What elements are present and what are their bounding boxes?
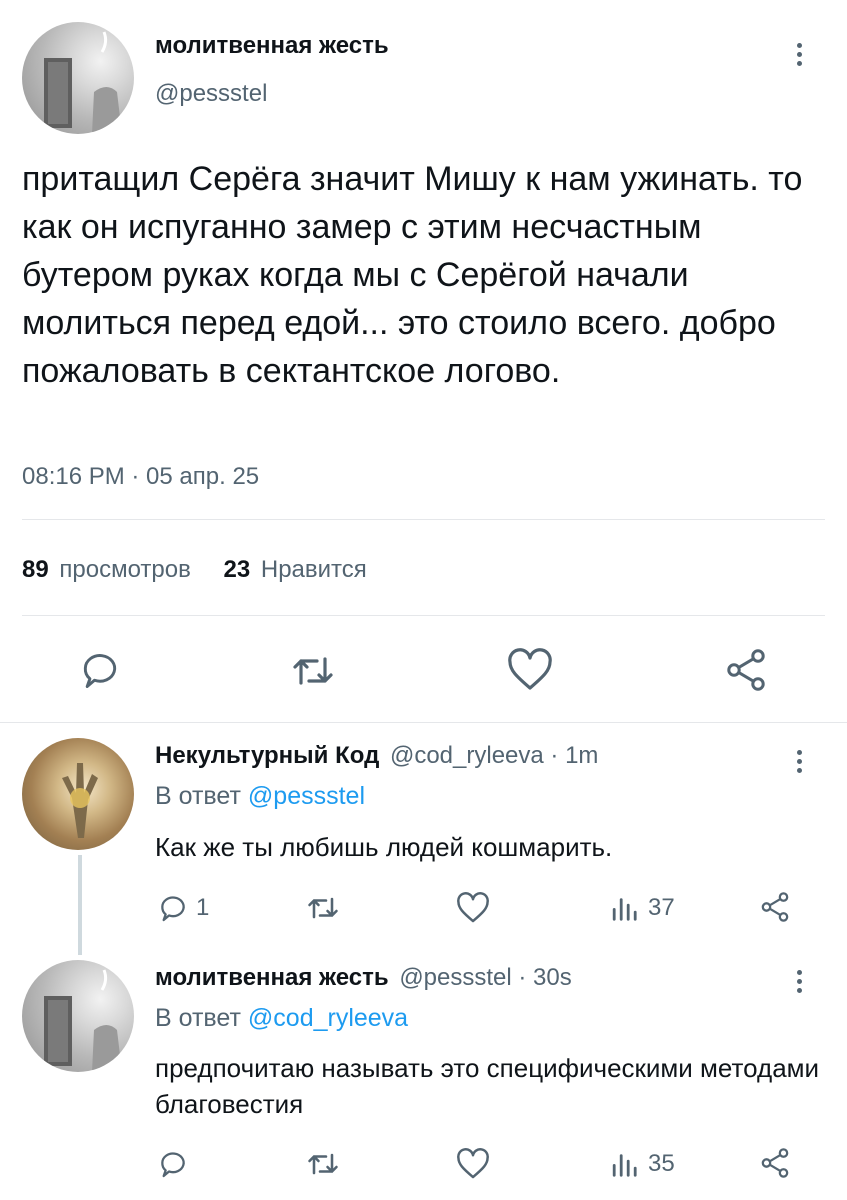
reply-icon[interactable] xyxy=(157,892,189,924)
section-divider xyxy=(0,722,847,723)
more-options-icon[interactable] xyxy=(797,970,802,997)
reply-to: В ответ @cod_ryleeva xyxy=(155,1004,408,1033)
like-icon[interactable] xyxy=(506,648,554,692)
author-meta[interactable]: @cod_ryleeva · 1m xyxy=(390,742,598,769)
views-icon[interactable] xyxy=(610,1150,638,1178)
reply-to-handle[interactable]: @pessstel xyxy=(248,782,365,810)
views-label: просмотров xyxy=(59,556,191,583)
reply-count: 1 xyxy=(196,894,210,921)
like-icon[interactable] xyxy=(455,892,491,924)
reply-text: предпочитаю называть это специфическими … xyxy=(155,1053,820,1119)
views-icon[interactable] xyxy=(610,894,638,922)
reply-header: молитвенная жесть @pessstel · 30s xyxy=(155,964,572,992)
tweet-text: притащил Серёга значит Мишу к нам ужинат… xyxy=(22,160,803,390)
likes-count[interactable]: 23 xyxy=(224,556,251,583)
share-icon[interactable] xyxy=(758,890,792,924)
like-icon[interactable] xyxy=(455,1148,491,1180)
retweet-icon[interactable] xyxy=(305,1149,341,1179)
avatar[interactable] xyxy=(22,22,134,134)
divider xyxy=(22,615,825,616)
more-options-icon[interactable] xyxy=(797,750,802,777)
avatar-image xyxy=(44,969,122,1072)
author-name[interactable]: молитвенная жесть xyxy=(155,964,389,991)
author-meta[interactable]: @pessstel · 30s xyxy=(399,964,571,991)
tweet-stats: 89 просмотров 23 Нравится xyxy=(22,556,367,584)
reply-to: В ответ @pessstel xyxy=(155,782,365,811)
retweet-icon[interactable] xyxy=(305,893,341,923)
avatar-image xyxy=(44,31,122,134)
reply-to-prefix: В ответ xyxy=(155,1004,241,1032)
more-options-icon[interactable] xyxy=(797,43,802,70)
avatar-image xyxy=(62,763,98,838)
avatar[interactable] xyxy=(22,960,134,1072)
views-count: 35 xyxy=(648,1150,675,1177)
views-count: 89 xyxy=(22,556,49,583)
views-count: 37 xyxy=(648,894,675,921)
reply-icon[interactable] xyxy=(78,648,122,692)
author-name[interactable]: Некультурный Код xyxy=(155,742,379,769)
likes-label[interactable]: Нравится xyxy=(261,556,367,583)
reply-header: Некультурный Код @cod_ryleeva · 1m xyxy=(155,742,598,770)
tweet-timestamp[interactable]: 08:16 PM · 05 апр. 25 xyxy=(22,463,259,491)
share-icon[interactable] xyxy=(758,1146,792,1180)
retweet-icon[interactable] xyxy=(289,650,337,692)
thread-line xyxy=(78,855,82,955)
reply-to-prefix: В ответ xyxy=(155,782,241,810)
author-handle[interactable]: @pessstel xyxy=(155,80,267,108)
share-icon[interactable] xyxy=(722,646,770,694)
author-name[interactable]: молитвенная жесть xyxy=(155,32,389,60)
avatar[interactable] xyxy=(22,738,134,850)
divider xyxy=(22,519,825,520)
reply-text: Как же ты любишь людей кошмарить. xyxy=(155,832,613,862)
reply-to-handle[interactable]: @cod_ryleeva xyxy=(248,1004,408,1032)
reply-icon[interactable] xyxy=(157,1148,189,1180)
